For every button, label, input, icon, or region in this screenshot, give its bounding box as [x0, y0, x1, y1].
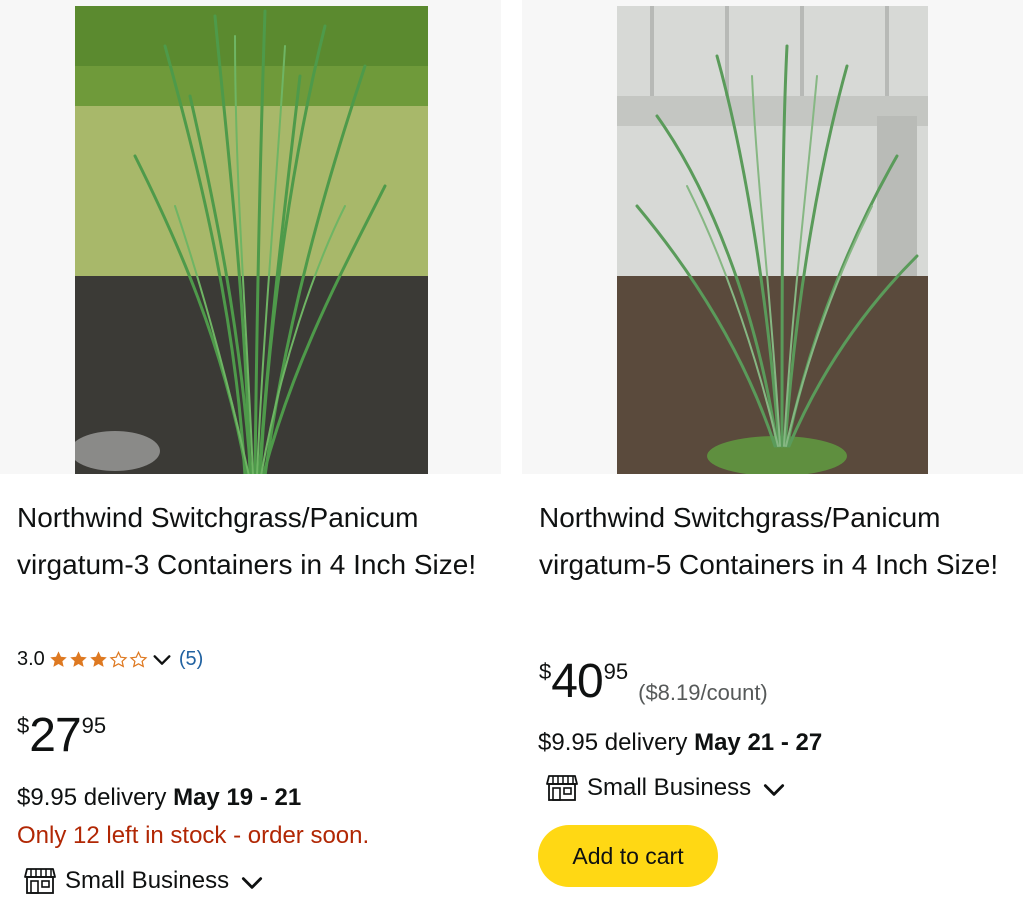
star-empty-icon	[109, 650, 128, 668]
star-filled-icon	[50, 651, 67, 667]
product-image-area[interactable]	[522, 0, 1023, 474]
price-whole: 27	[29, 709, 81, 762]
small-business-badge[interactable]: Small Business	[546, 773, 787, 803]
storefront-icon	[546, 775, 578, 801]
product-photo[interactable]	[617, 6, 928, 474]
chevron-down-icon[interactable]	[761, 777, 787, 803]
delivery-dates: May 21 - 27	[694, 729, 823, 756]
product-grid: Northwind Switchgrass/Panicum virgatum-3…	[0, 0, 1024, 914]
price-whole: 40	[551, 655, 603, 708]
chevron-down-icon[interactable]	[239, 870, 265, 896]
price-fraction: 95	[603, 659, 629, 684]
price-symbol: $	[17, 713, 30, 738]
delivery-prefix: $9.95 delivery	[17, 784, 174, 811]
product-card-1: Northwind Switchgrass/Panicum virgatum-3…	[0, 0, 501, 914]
star-empty-icon	[129, 650, 148, 668]
star-rating[interactable]	[49, 650, 149, 669]
ornamental-grass-photo-icon	[617, 6, 928, 474]
product-title[interactable]: Northwind Switchgrass/Panicum virgatum-3…	[17, 494, 487, 588]
delivery-prefix: $9.95 delivery	[538, 729, 695, 756]
star-filled-icon	[70, 651, 87, 667]
small-business-badge[interactable]: Small Business	[24, 866, 265, 896]
product-photo[interactable]	[75, 6, 428, 474]
product-image-area[interactable]	[0, 0, 501, 474]
chevron-down-icon[interactable]	[151, 649, 173, 671]
price[interactable]: $ 40 95 ($8.19/count)	[539, 658, 768, 706]
product-title[interactable]: Northwind Switchgrass/Panicum virgatum-5…	[539, 494, 1009, 588]
add-to-cart-button[interactable]: Add to cart	[538, 825, 718, 887]
price-fraction: 95	[81, 713, 107, 738]
rating-row[interactable]: 3.0 (5)	[17, 648, 203, 671]
delivery-info: $9.95 delivery May 19 - 21	[17, 784, 301, 812]
review-count-link[interactable]: (5)	[179, 648, 203, 671]
storefront-icon	[24, 868, 56, 894]
small-business-label: Small Business	[65, 867, 230, 894]
price[interactable]: $ 27 95	[17, 712, 106, 760]
stock-warning: Only 12 left in stock - order soon.	[17, 822, 370, 849]
small-business-label: Small Business	[587, 774, 752, 801]
product-card-2: Northwind Switchgrass/Panicum virgatum-5…	[522, 0, 1023, 914]
price-symbol: $	[539, 659, 552, 684]
unit-price: ($8.19/count)	[638, 680, 768, 705]
star-filled-icon	[90, 651, 107, 667]
rating-value: 3.0	[17, 648, 45, 670]
delivery-info: $9.95 delivery May 21 - 27	[538, 729, 822, 757]
card-gutter	[501, 0, 522, 914]
delivery-dates: May 19 - 21	[173, 784, 302, 811]
ornamental-grass-photo-icon	[75, 6, 428, 474]
